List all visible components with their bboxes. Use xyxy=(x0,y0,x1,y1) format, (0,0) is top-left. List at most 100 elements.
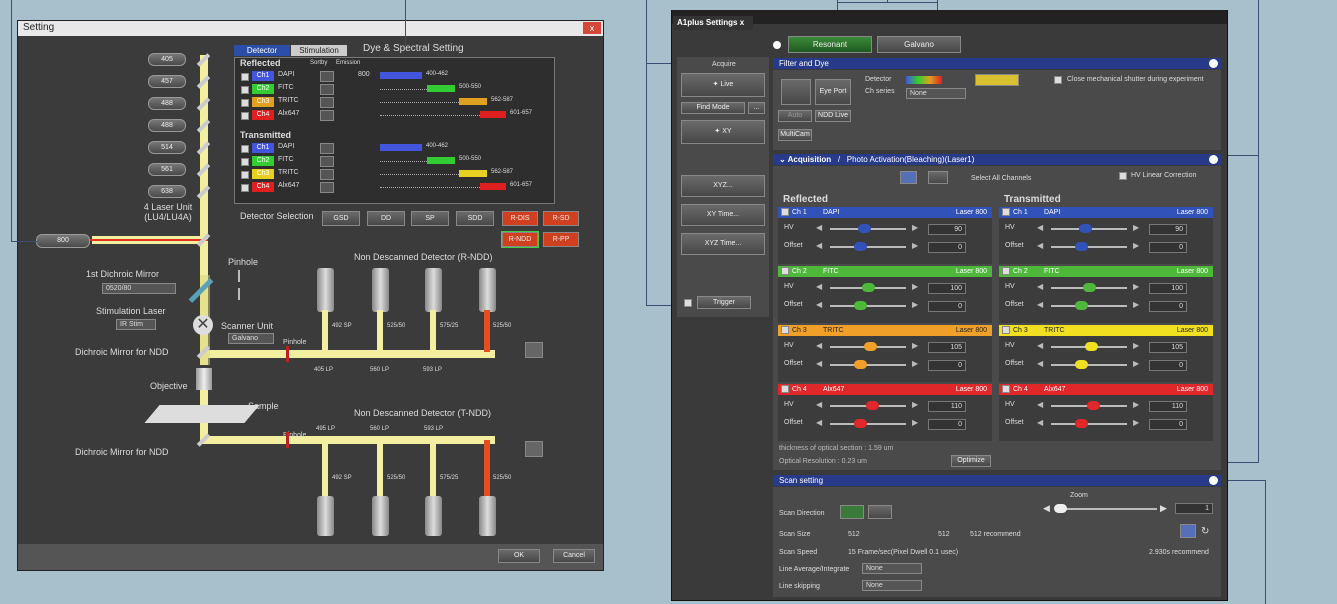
link-icon[interactable] xyxy=(928,171,948,184)
line-skipping-select[interactable]: None xyxy=(862,580,922,591)
sortby-select[interactable] xyxy=(320,182,334,193)
live-button[interactable]: ✦ Live xyxy=(681,73,765,97)
trigger-button[interactable]: Trigger xyxy=(697,296,751,309)
decrease-icon[interactable]: ◀ xyxy=(816,223,822,232)
offset-slider-knob[interactable] xyxy=(1075,301,1089,310)
settings-icon[interactable] xyxy=(1180,524,1196,538)
decrease-icon[interactable]: ◀ xyxy=(1037,282,1043,291)
channel-header[interactable]: Ch 2 FITC Laser 800 xyxy=(999,266,1213,277)
hv-slider-knob[interactable] xyxy=(863,342,877,351)
ndd-settings-icon[interactable] xyxy=(525,342,543,358)
xy-button[interactable]: ✦ XY xyxy=(681,120,765,144)
hv-value[interactable]: 105 xyxy=(1149,342,1187,353)
channel-checkbox[interactable] xyxy=(241,86,249,94)
channel-header[interactable]: Ch 3 TRITC Laser 800 xyxy=(778,325,992,336)
hv-slider-knob[interactable] xyxy=(1083,283,1096,292)
channel-checkbox[interactable] xyxy=(1002,267,1010,275)
close-shutter-checkbox[interactable] xyxy=(1054,76,1062,84)
close-icon[interactable]: x xyxy=(740,18,744,27)
offset-slider-knob[interactable] xyxy=(1075,419,1089,428)
channel-chip[interactable]: Ch2 xyxy=(252,84,274,94)
galvano-button[interactable]: Galvano xyxy=(877,36,961,53)
sortby-select[interactable] xyxy=(320,143,334,154)
tab-a1plus[interactable]: A1plus Settings x xyxy=(673,16,753,30)
channel-chip[interactable]: Ch4 xyxy=(252,182,274,192)
channel-chip[interactable]: Ch3 xyxy=(252,169,274,179)
increase-icon[interactable]: ▶ xyxy=(912,341,918,350)
zoom-slider-knob[interactable] xyxy=(1054,504,1068,513)
sortby-select[interactable] xyxy=(320,97,334,108)
hv-slider-knob[interactable] xyxy=(858,224,872,233)
channel-header[interactable]: Ch 1 DAPI Laser 800 xyxy=(999,207,1213,218)
channel-checkbox[interactable] xyxy=(1002,326,1010,334)
ndd-live-button[interactable]: NDD Live xyxy=(815,110,851,122)
hv-slider-knob[interactable] xyxy=(865,401,879,410)
channel-header[interactable]: Ch 1 DAPI Laser 800 xyxy=(778,207,992,218)
offset-slider[interactable] xyxy=(830,246,906,248)
laser-button[interactable]: 405 xyxy=(148,53,186,66)
acquisition-header[interactable]: ⌄ Acquisition / Photo Activation(Bleachi… xyxy=(773,154,1221,165)
laser-button[interactable]: 514 xyxy=(148,141,186,154)
multicam-button[interactable]: MultiCam xyxy=(778,129,812,141)
sortby-select[interactable] xyxy=(320,156,334,167)
collapse-icon[interactable] xyxy=(1209,155,1218,164)
decrease-icon[interactable]: ◀ xyxy=(816,400,822,409)
channel-checkbox[interactable] xyxy=(241,158,249,166)
xyz-button[interactable]: XYZ... xyxy=(681,175,765,197)
ir-laser-button[interactable]: 800 xyxy=(36,234,90,248)
sortby-select[interactable] xyxy=(320,71,334,82)
channel-checkbox[interactable] xyxy=(781,267,789,275)
eyeport-button[interactable]: Eye Port xyxy=(815,79,851,105)
ch-series-select[interactable]: None xyxy=(906,88,966,99)
hv-slider-knob[interactable] xyxy=(862,283,875,292)
hv-value[interactable]: 100 xyxy=(928,283,966,294)
detector-select-button[interactable]: R-NDD xyxy=(501,231,539,248)
offset-slider[interactable] xyxy=(1051,423,1127,425)
detector-select-button[interactable]: R-SD xyxy=(543,211,579,226)
hv-value[interactable]: 110 xyxy=(1149,401,1187,412)
decrease-icon[interactable]: ◀ xyxy=(816,282,822,291)
stim-laser-select[interactable]: IR Stim xyxy=(116,319,156,330)
increase-icon[interactable]: ▶ xyxy=(912,418,918,427)
detector-select-button[interactable]: SP xyxy=(411,211,449,226)
offset-slider[interactable] xyxy=(1051,364,1127,366)
decrease-icon[interactable]: ◀ xyxy=(1037,418,1043,427)
offset-value[interactable]: 0 xyxy=(1149,242,1187,253)
channel-checkbox[interactable] xyxy=(241,99,249,107)
sortby-select[interactable] xyxy=(320,110,334,121)
channel-checkbox[interactable] xyxy=(241,171,249,179)
hv-value[interactable]: 100 xyxy=(1149,283,1187,294)
laser-button[interactable]: 561 xyxy=(148,163,186,176)
hv-value[interactable]: 90 xyxy=(1149,224,1187,235)
channel-checkbox[interactable] xyxy=(241,184,249,192)
scan-direction-oneway-icon[interactable] xyxy=(840,505,864,519)
zoom-left-icon[interactable]: ◀ xyxy=(1043,503,1050,514)
dichroic-select[interactable]: 0520/80 xyxy=(102,283,176,294)
channel-checkbox[interactable] xyxy=(241,145,249,153)
offset-slider-knob[interactable] xyxy=(1075,360,1089,369)
increase-icon[interactable]: ▶ xyxy=(1133,341,1139,350)
detector-select-button[interactable]: SDD xyxy=(456,211,494,226)
ok-button[interactable]: OK xyxy=(498,549,540,563)
increase-icon[interactable]: ▶ xyxy=(1133,282,1139,291)
detector-select-button[interactable]: DD xyxy=(367,211,405,226)
channel-header[interactable]: Ch 3 TRITC Laser 800 xyxy=(999,325,1213,336)
dye-icon[interactable] xyxy=(781,79,811,105)
scanner-select[interactable]: Galvano xyxy=(228,333,274,344)
trigger-checkbox[interactable] xyxy=(684,299,692,307)
zoom-value[interactable]: 1 xyxy=(1175,503,1213,514)
detector-select-button[interactable]: R-DIS xyxy=(502,211,538,226)
hv-slider-knob[interactable] xyxy=(1086,401,1100,410)
offset-slider[interactable] xyxy=(1051,246,1127,248)
decrease-icon[interactable]: ◀ xyxy=(816,241,822,250)
decrease-icon[interactable]: ◀ xyxy=(1037,241,1043,250)
channel-checkbox[interactable] xyxy=(781,326,789,334)
find-mode-more-button[interactable]: ... xyxy=(748,102,765,114)
rgb-icon[interactable] xyxy=(900,171,917,184)
offset-value[interactable]: 0 xyxy=(928,360,966,371)
filter-cube-icon[interactable] xyxy=(975,74,1019,86)
channel-chip[interactable]: Ch1 xyxy=(252,71,274,81)
decrease-icon[interactable]: ◀ xyxy=(816,300,822,309)
filter-dye-header[interactable]: Filter and Dye xyxy=(773,58,1221,69)
optimize-button[interactable]: Optimize xyxy=(951,455,991,467)
